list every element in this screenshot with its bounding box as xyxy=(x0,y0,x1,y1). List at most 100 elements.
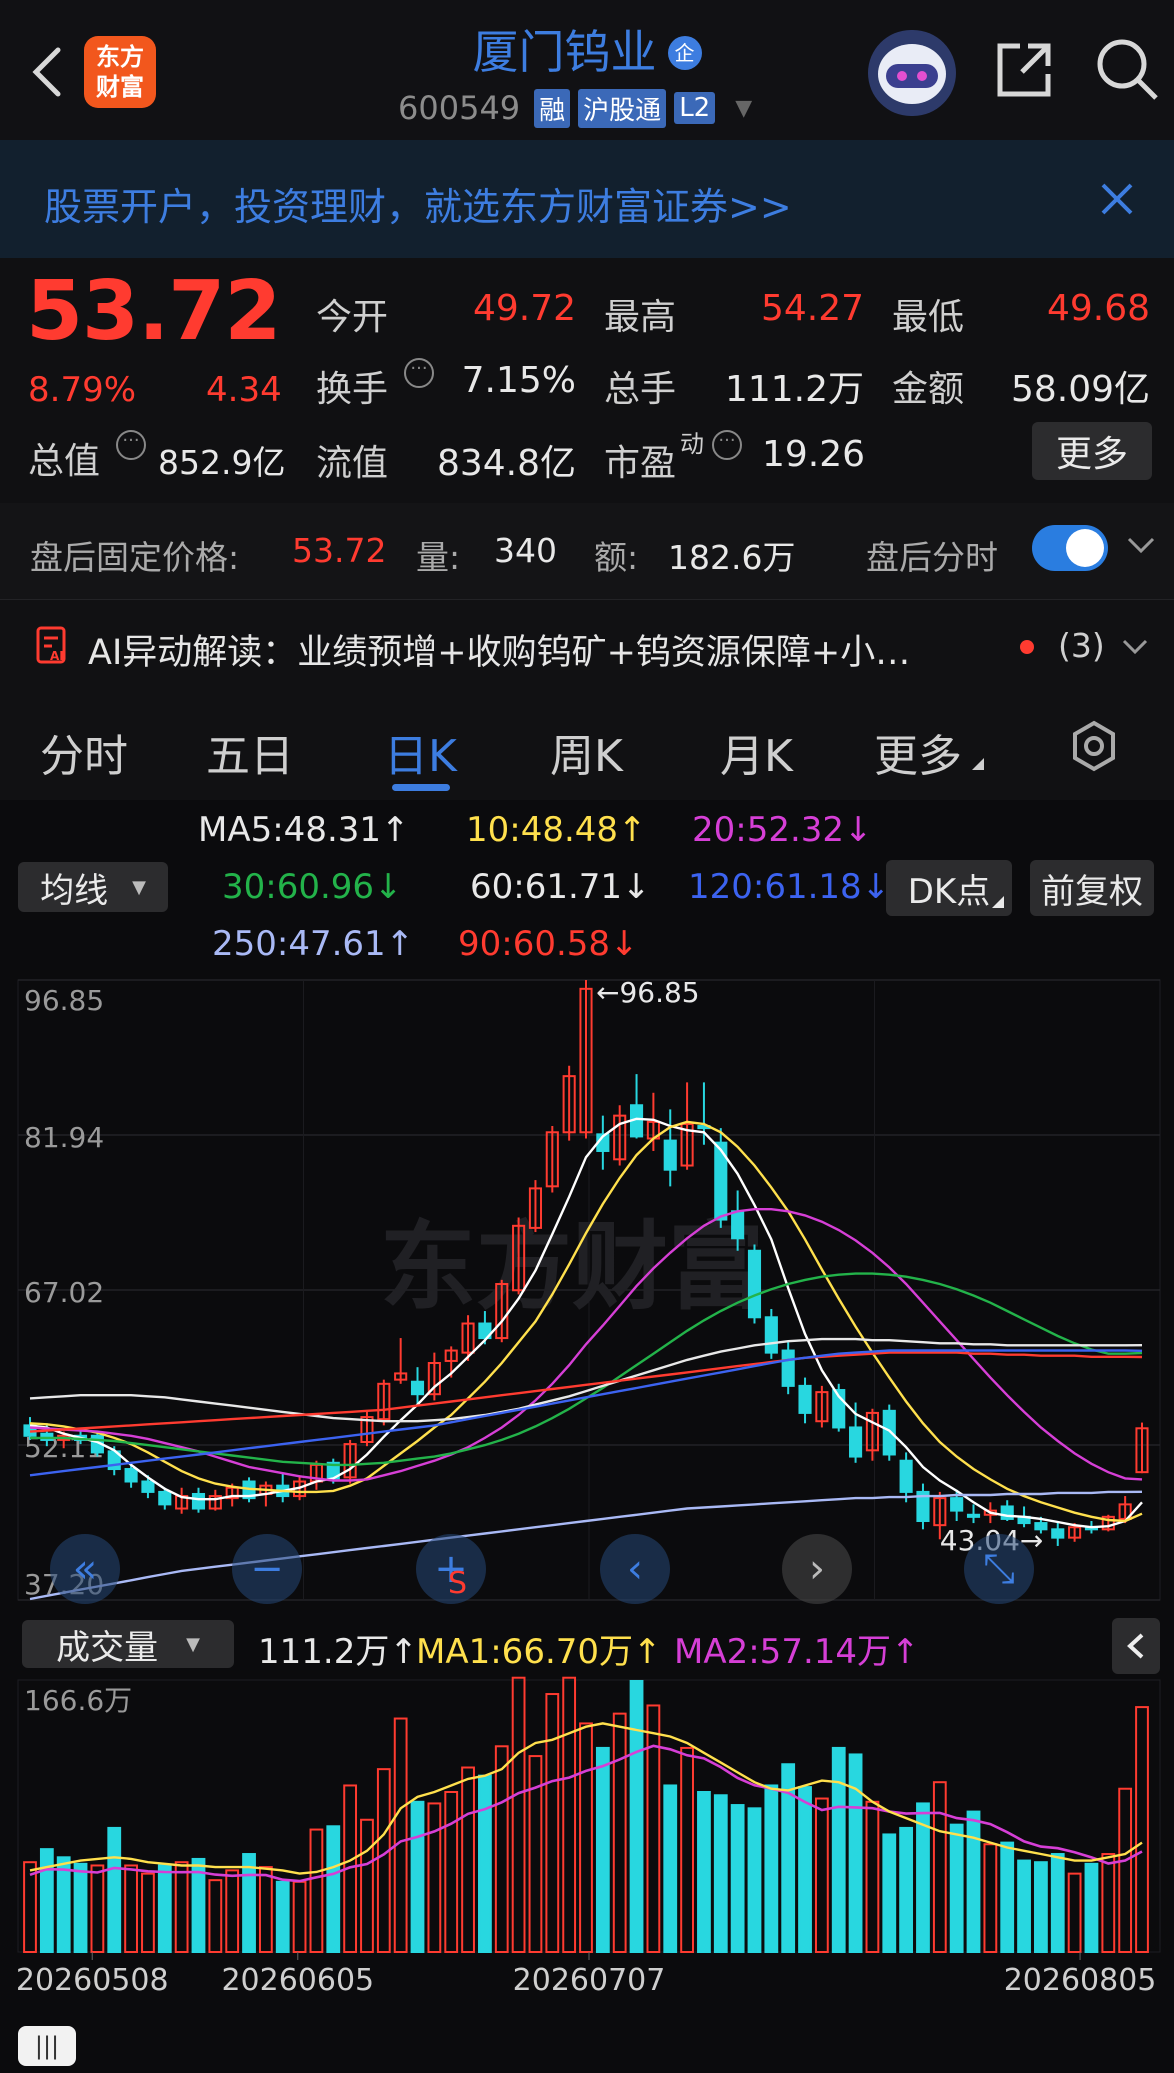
volume-bar xyxy=(1101,1853,1116,1953)
volume-bar xyxy=(157,1864,172,1953)
tab-timeshare[interactable]: 分时 xyxy=(40,720,128,784)
unread-dot xyxy=(1020,640,1034,654)
volume-label: 总手 xyxy=(604,369,677,410)
search-icon[interactable] xyxy=(1094,36,1160,102)
volume-bar xyxy=(814,1797,829,1953)
candlestick xyxy=(394,1338,408,1384)
volume-bar xyxy=(545,1693,560,1954)
candlestick xyxy=(562,1065,576,1141)
after-hours-toggle[interactable] xyxy=(1032,525,1108,571)
ai-insight-text[interactable]: AI异动解读：业绩预增+收购钨矿+钨资源保障+小… xyxy=(88,624,910,675)
promo-banner[interactable]: 股票开户，投资理财，就选东方财富证券>> xyxy=(0,140,1174,258)
menu-handle-button[interactable]: ||| xyxy=(18,2026,76,2066)
forward-adjust-button[interactable]: 前复权 xyxy=(1030,860,1154,916)
volume-bar xyxy=(208,1879,223,1953)
turnover-info-icon[interactable]: ··· xyxy=(404,358,434,388)
more-button[interactable]: 更多 xyxy=(1032,422,1152,480)
volume-bar xyxy=(1050,1853,1065,1953)
chevron-right-icon: › xyxy=(809,1546,825,1592)
promo-text[interactable]: 股票开户，投资理财，就选东方财富证券>> xyxy=(44,176,792,231)
select-arrow-icon: ▼ xyxy=(132,876,146,898)
candle-body xyxy=(966,1513,981,1518)
share-icon[interactable] xyxy=(992,38,1056,102)
zoom-out-button[interactable]: − xyxy=(232,1534,302,1604)
candlestick xyxy=(377,1379,391,1426)
volume-select[interactable]: 成交量 ▼ xyxy=(22,1620,234,1668)
tab-month-k[interactable]: 月K xyxy=(720,720,793,784)
y-tick-label: 81.94 xyxy=(24,1121,104,1154)
volume-bar xyxy=(410,1800,425,1953)
volume-bar xyxy=(1118,1787,1133,1953)
volume-bar xyxy=(275,1880,290,1953)
volume-bar xyxy=(174,1861,189,1954)
candle-body xyxy=(124,1468,138,1483)
ai-chevron-down-icon[interactable] xyxy=(1122,638,1148,656)
volume-bar xyxy=(309,1828,324,1954)
candlestick xyxy=(764,1308,778,1359)
fixed-price-value: 53.72 xyxy=(292,531,387,570)
ma-select[interactable]: 均线 ▼ xyxy=(18,862,168,912)
qty-label: 量: xyxy=(416,538,461,577)
chevron-down-icon[interactable] xyxy=(1126,535,1156,555)
volume-legend-ma2: MA2:57.14万↑ xyxy=(674,1632,920,1672)
volume-select-arrow-icon: ▼ xyxy=(186,1633,200,1655)
candlestick xyxy=(714,1128,728,1228)
active-tab-indicator xyxy=(392,784,450,791)
volume-chart[interactable]: 166.6万 20260508 20260605 20260707 20260805 xyxy=(0,1672,1174,2002)
ai-count: (3) xyxy=(1058,626,1105,665)
candle-body xyxy=(410,1380,425,1396)
next-button[interactable]: › xyxy=(782,1534,852,1604)
amount-value: 58.09亿 xyxy=(1010,369,1150,410)
stock-name: 厦门钨业 xyxy=(472,25,657,79)
volume-bar xyxy=(562,1676,577,1953)
ma5-legend: MA5:48.31↑ xyxy=(198,810,410,850)
candle-body xyxy=(899,1459,913,1493)
total-value: 852.9亿 xyxy=(158,443,286,482)
volume-bar xyxy=(798,1786,812,1954)
gear-icon[interactable] xyxy=(1068,720,1120,772)
robot-avatar-icon[interactable] xyxy=(868,30,956,116)
volume-bar xyxy=(73,1862,88,1953)
prev-button[interactable]: ‹ xyxy=(600,1534,670,1604)
tab-five-day[interactable]: 五日 xyxy=(206,720,294,784)
volume-y-tick-label: 166.6万 xyxy=(24,1684,132,1717)
candlestick xyxy=(865,1408,879,1461)
volume-bar xyxy=(478,1774,492,1954)
dk-point-label: DK点 xyxy=(907,871,991,912)
volume-bar xyxy=(1000,1841,1015,1953)
watermark-text: 东方财富 xyxy=(380,1211,764,1323)
banner-close-icon[interactable] xyxy=(1100,182,1134,216)
candlestick xyxy=(427,1352,441,1401)
tab-more[interactable]: 更多 xyxy=(874,720,962,784)
rewind-button[interactable]: « xyxy=(50,1534,120,1604)
dropdown-icon[interactable]: ▼ xyxy=(735,96,752,121)
candlestick xyxy=(815,1385,829,1428)
stock-code: 600549 xyxy=(398,89,521,127)
volume-bar xyxy=(730,1804,745,1953)
ma-line-ma120 xyxy=(29,1349,1143,1477)
candle-body xyxy=(191,1492,206,1510)
x-tick-label: 20260707 xyxy=(513,1963,666,1998)
volume-bar xyxy=(511,1676,526,1953)
tab-day-k[interactable]: 日K xyxy=(384,720,457,784)
candlestick xyxy=(781,1342,795,1395)
fullscreen-button[interactable]: ⤡ xyxy=(964,1534,1034,1604)
ma10-legend: 10:48.48↑ xyxy=(466,810,647,850)
ai-insight-bar[interactable]: AI AI异动解读：业绩预增+收购钨矿+钨资源保障+小… (3) xyxy=(0,600,1174,694)
svg-text:AI: AI xyxy=(50,649,64,663)
tab-week-k[interactable]: 周K xyxy=(550,720,623,784)
volume-bar xyxy=(1034,1861,1048,1954)
candlestick xyxy=(1000,1500,1014,1522)
kline-chart[interactable]: 96.8581.9467.0252.1137.20东方财富←96.8543.04… xyxy=(0,970,1174,1610)
dk-point-button[interactable]: DK点 xyxy=(886,860,1012,916)
current-price: 53.72 xyxy=(26,264,281,359)
collapse-panel-button[interactable] xyxy=(1112,1618,1160,1674)
pe-info-icon[interactable]: ··· xyxy=(712,430,742,460)
info-icon[interactable]: ··· xyxy=(116,430,146,460)
volume-bar xyxy=(629,1679,644,1954)
pe-value: 19.26 xyxy=(762,434,866,475)
rewind-icon: « xyxy=(72,1546,98,1592)
volume-bar xyxy=(1017,1859,1031,1953)
float-value-label: 流值 xyxy=(316,443,389,484)
volume-bar xyxy=(107,1826,122,1953)
